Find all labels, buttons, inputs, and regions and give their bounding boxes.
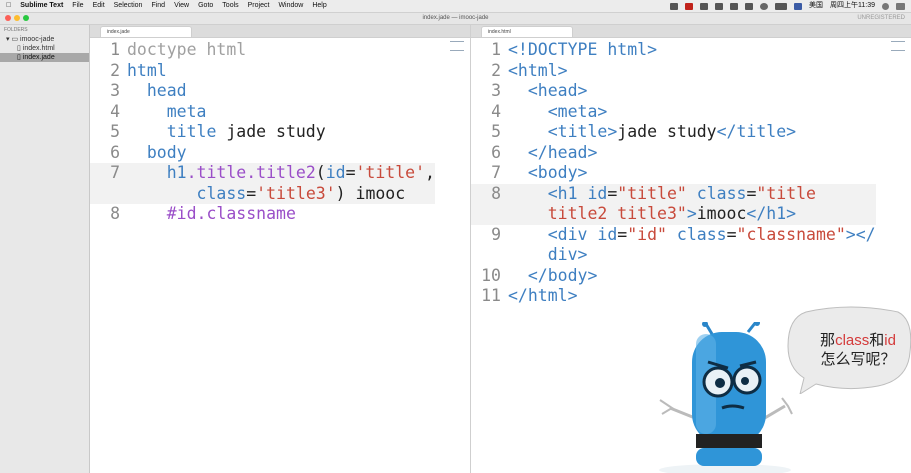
tab-index-jade[interactable]: index.jade: [100, 26, 192, 37]
folders-header: FOLDERS: [4, 27, 28, 33]
unregistered-label: UNREGISTERED: [857, 15, 905, 21]
window-title: index.jade — imooc-jade: [422, 15, 489, 21]
code-line: 2 html: [110, 60, 167, 80]
code-area[interactable]: 1 doctype html 2 html 3 head 4 meta 5 titl…: [90, 40, 435, 225]
menu-view[interactable]: View: [174, 0, 189, 12]
code-line: 3 <head>: [491, 81, 588, 100]
minimap[interactable]: [450, 41, 464, 51]
status-app-icon-4[interactable]: [730, 2, 738, 10]
menu-edit[interactable]: Edit: [93, 0, 105, 12]
bubble-line-1: 那class和id: [820, 332, 896, 349]
tab-strip: index.jade: [90, 25, 470, 38]
wifi-icon[interactable]: [760, 2, 768, 10]
status-app-icon[interactable]: [670, 2, 678, 10]
window-title-bar: index.jade — imooc-jade UNREGISTERED: [0, 13, 911, 25]
code-line: 6 body: [110, 142, 187, 162]
menu-project[interactable]: Project: [248, 0, 270, 12]
search-icon[interactable]: [882, 2, 889, 10]
code-line: 11 </html>: [481, 286, 578, 305]
code-line: 5 <title>jade study</title>: [491, 122, 797, 141]
input-language[interactable]: 美国: [809, 0, 823, 12]
code-line: div>: [508, 245, 588, 264]
bubble-line-2: 怎么写呢？: [820, 351, 896, 368]
sidebar-file-index-jade[interactable]: ▯ index.jade: [0, 53, 89, 62]
file-name: index.jade: [22, 54, 55, 61]
menu-tools[interactable]: Tools: [222, 0, 238, 12]
editor-pane-left[interactable]: index.jade 1 doctype html 2 html 3 head 4 …: [90, 25, 471, 473]
code-line: 3 head: [110, 81, 187, 100]
sidebar: FOLDERS ▾ ▭ imooc-jade ▯ index.html ▯ in…: [0, 25, 90, 473]
code-line: 2 <html>: [491, 60, 568, 80]
code-line: title2 title3">imooc</h1>: [471, 204, 876, 225]
code-line: 1 <!DOCTYPE html>: [491, 40, 658, 59]
code-line: 4 meta: [110, 101, 207, 121]
menu-file[interactable]: File: [72, 0, 83, 12]
status-app-icon-2[interactable]: [700, 2, 708, 10]
code-line: 10 </body>: [481, 265, 598, 285]
menu-find[interactable]: Find: [151, 0, 165, 12]
app-menu[interactable]: Sublime Text: [20, 0, 63, 12]
folder-name: imooc-jade: [20, 36, 55, 43]
code-area[interactable]: 1 <!DOCTYPE html> 2 <html> 3 <head> 4 <met…: [471, 40, 876, 307]
menu-list-icon[interactable]: [896, 2, 905, 10]
code-line: class='title3') imooc: [90, 183, 435, 204]
code-line: 1 doctype html: [110, 40, 247, 59]
menu-goto[interactable]: Goto: [198, 0, 213, 12]
code-line: 6 </head>: [491, 142, 598, 162]
apple-menu-icon[interactable]: : [6, 0, 11, 12]
code-line: 4 <meta>: [491, 101, 608, 121]
tab-strip: index.html: [471, 25, 911, 38]
code-line: 7 <body>: [491, 163, 588, 182]
code-line: 7 h1.title.title2(id='title',: [90, 163, 435, 184]
clock[interactable]: 周四上午11:39: [830, 0, 875, 12]
menu-bar:  Sublime Text File Edit Selection Find …: [0, 0, 911, 13]
minimap[interactable]: [891, 41, 905, 51]
menu-help[interactable]: Help: [312, 0, 326, 12]
tab-index-html[interactable]: index.html: [481, 26, 573, 37]
code-line: 8 <h1 id="title" class="title: [471, 183, 876, 204]
status-record-icon[interactable]: [685, 2, 693, 10]
folder-icon: ▾ ▭: [6, 36, 21, 43]
code-line: 8 #id.classname: [110, 204, 296, 223]
file-name: index.html: [22, 45, 55, 52]
battery-icon[interactable]: [775, 2, 787, 10]
flag-icon[interactable]: [794, 2, 802, 10]
status-app-icon-5[interactable]: [745, 2, 753, 10]
sidebar-folder[interactable]: ▾ ▭ imooc-jade: [0, 35, 89, 44]
menu-selection[interactable]: Selection: [114, 0, 143, 12]
code-line: 9 <div id="id" class="classname"></: [491, 224, 876, 244]
code-line: 5 title jade study: [110, 122, 326, 141]
robot-mascot-icon: [659, 322, 793, 473]
menu-window[interactable]: Window: [278, 0, 303, 12]
speech-bubble-text: 那class和id 怎么写呢？: [808, 331, 908, 369]
status-app-icon-3[interactable]: [715, 2, 723, 10]
sidebar-file-index-html[interactable]: ▯ index.html: [0, 44, 89, 53]
